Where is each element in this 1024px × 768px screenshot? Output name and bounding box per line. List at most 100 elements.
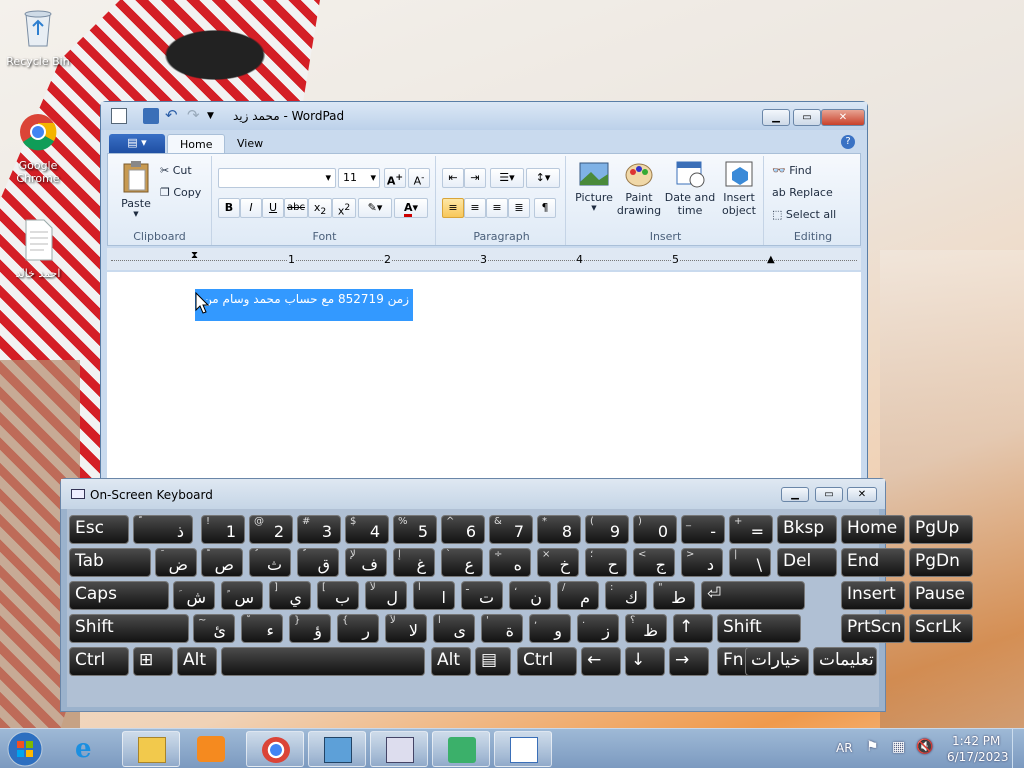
- superscript-button[interactable]: x2: [332, 198, 356, 218]
- osk-key[interactable]: ) 0: [633, 515, 677, 544]
- find-button[interactable]: 👓 Find: [772, 164, 812, 177]
- osk-key[interactable]: ًص: [201, 548, 243, 577]
- osk-key[interactable]: ` ع: [441, 548, 483, 577]
- osk-key[interactable]: < ج: [633, 548, 675, 577]
- wordpad-app-icon[interactable]: [111, 108, 127, 124]
- osk-key[interactable]: .ز: [577, 614, 619, 643]
- osk-key[interactable]: Caps: [69, 581, 169, 610]
- italic-button[interactable]: I: [240, 198, 262, 218]
- start-button-icon[interactable]: [6, 730, 44, 768]
- copy-button[interactable]: ❐ Copy: [160, 186, 201, 199]
- strikethrough-button[interactable]: abc: [284, 198, 308, 218]
- osk-key[interactable]: _ -: [681, 515, 725, 544]
- close-button[interactable]: ✕: [821, 109, 865, 126]
- taskbar-media-player[interactable]: [182, 731, 240, 767]
- document-area[interactable]: زمن 852719 مع حساب محمد وسام من: [107, 272, 861, 478]
- osk-key[interactable]: ⊞: [133, 647, 173, 676]
- shrink-font-button[interactable]: A-: [408, 168, 430, 188]
- osk-key[interactable]: PgUp: [909, 515, 973, 544]
- language-indicator[interactable]: AR: [836, 741, 853, 755]
- osk-key[interactable]: + =: [729, 515, 773, 544]
- osk-key[interactable]: " ط: [653, 581, 695, 610]
- osk-key[interactable]: ؛ ح: [585, 548, 627, 577]
- indent-marker-icon[interactable]: ⧗: [191, 250, 198, 261]
- justify-button[interactable]: ≣: [508, 198, 530, 218]
- desktop-icon-recycle-bin[interactable]: Recycle Bin: [6, 6, 70, 68]
- taskbar-ie[interactable]: e: [60, 731, 118, 767]
- bold-button[interactable]: B: [218, 198, 240, 218]
- increase-indent-button[interactable]: ⇥: [464, 168, 486, 188]
- decrease-indent-button[interactable]: ⇤: [442, 168, 464, 188]
- network-icon[interactable]: ▦: [892, 739, 905, 755]
- select-all-button[interactable]: ⬚ Select all: [772, 208, 836, 221]
- replace-button[interactable]: ab Replace: [772, 186, 833, 199]
- undo-icon[interactable]: ↶: [165, 108, 181, 124]
- osk-key[interactable]: % 5: [393, 515, 437, 544]
- osk-key[interactable]: ▤: [475, 647, 511, 676]
- osk-key[interactable]: × خ: [537, 548, 579, 577]
- cut-button[interactable]: ✂ Cut: [160, 164, 192, 177]
- font-color-button[interactable]: A▾: [394, 198, 428, 218]
- osk-key[interactable]: {ر: [337, 614, 379, 643]
- paint-drawing-button[interactable]: Paint drawing: [616, 160, 662, 217]
- tab-view[interactable]: View: [225, 134, 275, 154]
- osk-key[interactable]: #3: [297, 515, 341, 544]
- tab-home[interactable]: Home: [167, 134, 226, 154]
- align-right-button[interactable]: ≡: [486, 198, 508, 218]
- right-indent-marker-icon[interactable]: ▲: [767, 254, 775, 265]
- osk-key[interactable]: PrtScn: [841, 614, 905, 643]
- osk-key[interactable]: Del: [777, 548, 837, 577]
- osk-key[interactable]: إغ: [393, 548, 435, 577]
- clock-date[interactable]: 6/17/2023: [947, 750, 1009, 764]
- desktop-icon-chrome[interactable]: Google Chrome: [6, 110, 70, 185]
- osk-key[interactable]: Ctrl: [69, 647, 129, 676]
- osk-key[interactable]: ↓: [625, 647, 665, 676]
- quick-access-dropdown-icon[interactable]: ▼: [207, 108, 223, 124]
- line-spacing-button[interactable]: ↕▾: [526, 168, 560, 188]
- osk-key[interactable]: Pause: [909, 581, 973, 610]
- desktop-icon-document[interactable]: احمد خالد: [6, 218, 70, 280]
- osk-key[interactable]: Ctrl: [517, 647, 577, 676]
- paste-button[interactable]: Paste ▼: [116, 160, 156, 218]
- insert-object-button[interactable]: Insert object: [718, 160, 760, 217]
- osk-key[interactable]: لأ ل: [365, 581, 407, 610]
- osk-key[interactable]: Alt: [177, 647, 217, 676]
- osk-key[interactable]: لإ ف: [345, 548, 387, 577]
- clock-time[interactable]: 1:42 PM: [952, 734, 1000, 748]
- osk-key[interactable]: Alt: [431, 647, 471, 676]
- subscript-button[interactable]: x2: [308, 198, 332, 218]
- osk-key[interactable]: Insert: [841, 581, 905, 610]
- picture-button[interactable]: Picture ▼: [572, 160, 616, 212]
- osk-key[interactable]: ÷ ه: [489, 548, 531, 577]
- osk-key[interactable]: Home: [841, 515, 905, 544]
- minimize-button[interactable]: ▁: [762, 109, 790, 126]
- taskbar-osk[interactable]: [370, 731, 428, 767]
- osk-key[interactable]: ↑: [673, 614, 713, 643]
- osk-key[interactable]: Bksp: [777, 515, 837, 544]
- osk-key[interactable]: / م: [557, 581, 599, 610]
- osk-key[interactable]: Tab: [69, 548, 151, 577]
- maximize-button[interactable]: ▭: [793, 109, 821, 126]
- font-family-select[interactable]: ▾: [218, 168, 336, 188]
- osk-key[interactable]: * 8: [537, 515, 581, 544]
- osk-key[interactable]: > د: [681, 548, 723, 577]
- osk-close-button[interactable]: ✕: [847, 487, 877, 502]
- osk-space-key[interactable]: [221, 647, 425, 676]
- taskbar-control-panel[interactable]: [308, 731, 366, 767]
- osk-key[interactable]: ⏎: [701, 581, 805, 610]
- osk-key[interactable]: ←: [581, 647, 621, 676]
- osk-key[interactable]: ScrLk: [909, 614, 973, 643]
- osk-key[interactable]: (9: [585, 515, 629, 544]
- osk-key[interactable]: ُث: [249, 548, 291, 577]
- help-icon[interactable]: ?: [841, 135, 855, 149]
- osk-key[interactable]: لآ لا: [385, 614, 427, 643]
- osk-key[interactable]: ^ 6: [441, 515, 485, 544]
- osk-key[interactable]: :ك: [605, 581, 647, 610]
- taskbar-explorer[interactable]: [122, 731, 180, 767]
- osk-key[interactable]: ِش: [173, 581, 215, 610]
- align-center-button[interactable]: ≡: [464, 198, 486, 218]
- osk-titlebar[interactable]: On-Screen Keyboard ▁ ▭ ✕: [61, 479, 885, 509]
- highlight-color-button[interactable]: ✎▾: [358, 198, 392, 218]
- osk-key[interactable]: ـت: [461, 581, 503, 610]
- osk-key[interactable]: | \: [729, 548, 771, 577]
